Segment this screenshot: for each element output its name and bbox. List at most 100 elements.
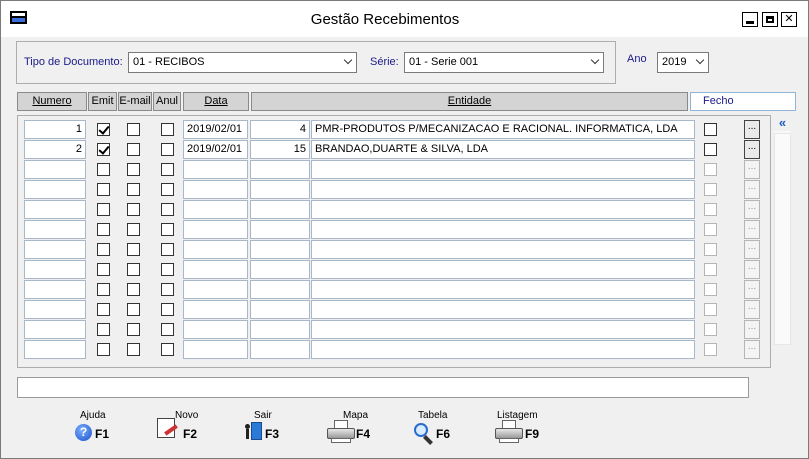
sair-button[interactable]: Sair F3 xyxy=(241,410,285,448)
anul-checkbox[interactable] xyxy=(161,163,174,176)
anul-checkbox[interactable] xyxy=(161,143,174,156)
emit-checkbox[interactable] xyxy=(97,143,110,156)
entidade-cell[interactable] xyxy=(311,220,695,239)
anul-checkbox[interactable] xyxy=(161,223,174,236)
data-cell[interactable] xyxy=(183,300,248,319)
emit-checkbox[interactable] xyxy=(97,183,110,196)
email-checkbox[interactable] xyxy=(127,183,140,196)
fecho-checkbox[interactable] xyxy=(704,263,717,276)
anul-checkbox[interactable] xyxy=(161,123,174,136)
ellipsis-button[interactable]: ... xyxy=(744,160,760,179)
fecho-checkbox[interactable] xyxy=(704,303,717,316)
data-cell[interactable]: 2019/02/01 xyxy=(183,140,248,159)
fecho-checkbox[interactable] xyxy=(704,203,717,216)
numero-cell[interactable]: 2 xyxy=(24,140,86,159)
numero-cell[interactable]: 1 xyxy=(24,120,86,139)
ellipsis-button[interactable]: ... xyxy=(744,280,760,299)
entidade-cell[interactable] xyxy=(311,300,695,319)
email-checkbox[interactable] xyxy=(127,283,140,296)
email-checkbox[interactable] xyxy=(127,123,140,136)
entidade-number-cell[interactable] xyxy=(250,220,310,239)
header-fecho[interactable]: Fecho xyxy=(690,92,796,111)
listagem-button[interactable]: Listagem F9 xyxy=(495,410,547,448)
ano-select[interactable]: 2019 xyxy=(657,52,709,73)
numero-cell[interactable] xyxy=(24,200,86,219)
entidade-cell[interactable] xyxy=(311,320,695,339)
data-cell[interactable] xyxy=(183,180,248,199)
header-email[interactable]: E-mail xyxy=(118,92,152,111)
entidade-number-cell[interactable] xyxy=(250,260,310,279)
fecho-checkbox[interactable] xyxy=(704,323,717,336)
numero-cell[interactable] xyxy=(24,160,86,179)
email-checkbox[interactable] xyxy=(127,223,140,236)
minimize-button[interactable] xyxy=(742,12,758,27)
emit-checkbox[interactable] xyxy=(97,303,110,316)
entidade-cell[interactable] xyxy=(311,260,695,279)
numero-cell[interactable] xyxy=(24,300,86,319)
emit-checkbox[interactable] xyxy=(97,203,110,216)
collapse-icon[interactable]: « xyxy=(774,116,791,131)
ellipsis-button[interactable]: ... xyxy=(744,240,760,259)
anul-checkbox[interactable] xyxy=(161,203,174,216)
entidade-number-cell[interactable] xyxy=(250,160,310,179)
emit-checkbox[interactable] xyxy=(97,123,110,136)
entidade-number-cell[interactable] xyxy=(250,180,310,199)
ajuda-button[interactable]: Ajuda ? F1 xyxy=(75,410,115,448)
entidade-number-cell[interactable] xyxy=(250,280,310,299)
ellipsis-button[interactable]: ... xyxy=(744,300,760,319)
data-cell[interactable] xyxy=(183,200,248,219)
ellipsis-button[interactable]: ... xyxy=(744,260,760,279)
ellipsis-button[interactable]: ... xyxy=(744,340,760,359)
maximize-button[interactable] xyxy=(762,12,778,27)
entidade-number-cell[interactable] xyxy=(250,200,310,219)
header-data[interactable]: Data xyxy=(183,92,249,111)
ellipsis-button[interactable]: ... xyxy=(744,180,760,199)
numero-cell[interactable] xyxy=(24,260,86,279)
ellipsis-button[interactable]: ... xyxy=(744,220,760,239)
header-anul[interactable]: Anul xyxy=(153,92,181,111)
numero-cell[interactable] xyxy=(24,320,86,339)
entidade-number-cell[interactable] xyxy=(250,320,310,339)
entidade-number-cell[interactable] xyxy=(250,340,310,359)
emit-checkbox[interactable] xyxy=(97,263,110,276)
tipo-documento-select[interactable]: 01 - RECIBOS xyxy=(128,52,357,73)
header-numero[interactable]: Numero xyxy=(17,92,87,111)
entidade-cell[interactable]: PMR-PRODUTOS P/MECANIZACAO E RACIONAL. I… xyxy=(311,120,695,139)
data-cell[interactable] xyxy=(183,320,248,339)
scroll-track[interactable] xyxy=(774,133,791,345)
fecho-checkbox[interactable] xyxy=(704,163,717,176)
numero-cell[interactable] xyxy=(24,220,86,239)
entidade-cell[interactable] xyxy=(311,200,695,219)
entidade-number-cell[interactable]: 15 xyxy=(250,140,310,159)
fecho-checkbox[interactable] xyxy=(704,283,717,296)
anul-checkbox[interactable] xyxy=(161,303,174,316)
ellipsis-button[interactable]: ... xyxy=(744,140,760,159)
mapa-button[interactable]: Mapa F4 xyxy=(327,410,375,448)
entidade-cell[interactable] xyxy=(311,280,695,299)
data-cell[interactable]: 2019/02/01 xyxy=(183,120,248,139)
emit-checkbox[interactable] xyxy=(97,343,110,356)
header-emit[interactable]: Emit xyxy=(88,92,117,111)
fecho-checkbox[interactable] xyxy=(704,143,717,156)
entidade-cell[interactable] xyxy=(311,160,695,179)
entidade-cell[interactable] xyxy=(311,180,695,199)
anul-checkbox[interactable] xyxy=(161,243,174,256)
entidade-cell[interactable]: BRANDAO,DUARTE & SILVA, LDA xyxy=(311,140,695,159)
ellipsis-button[interactable]: ... xyxy=(744,200,760,219)
data-cell[interactable] xyxy=(183,220,248,239)
entidade-number-cell[interactable] xyxy=(250,240,310,259)
entidade-cell[interactable] xyxy=(311,240,695,259)
emit-checkbox[interactable] xyxy=(97,323,110,336)
numero-cell[interactable] xyxy=(24,240,86,259)
anul-checkbox[interactable] xyxy=(161,343,174,356)
serie-select[interactable]: 01 - Serie 001 xyxy=(404,52,604,73)
anul-checkbox[interactable] xyxy=(161,183,174,196)
anul-checkbox[interactable] xyxy=(161,263,174,276)
data-cell[interactable] xyxy=(183,340,248,359)
anul-checkbox[interactable] xyxy=(161,323,174,336)
email-checkbox[interactable] xyxy=(127,303,140,316)
numero-cell[interactable] xyxy=(24,280,86,299)
fecho-checkbox[interactable] xyxy=(704,243,717,256)
fecho-checkbox[interactable] xyxy=(704,343,717,356)
emit-checkbox[interactable] xyxy=(97,223,110,236)
